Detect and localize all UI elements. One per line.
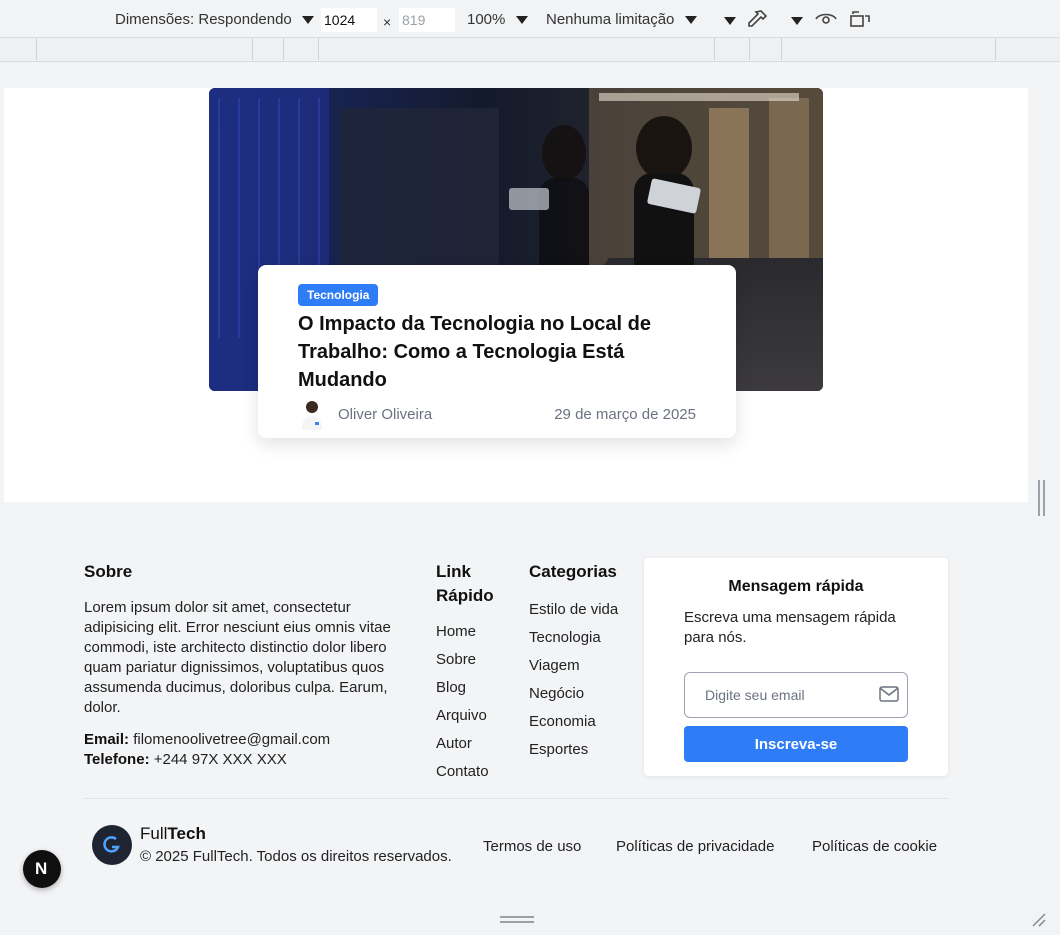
mail-icon (879, 686, 899, 702)
contact-info: Email: filomenoolivetree@gmail.com Telef… (84, 730, 414, 770)
height-input[interactable] (399, 8, 455, 32)
about-title: Sobre (84, 562, 133, 581)
category-badge[interactable]: Tecnologia (298, 284, 379, 306)
post-date: 29 de março de 2025 (554, 405, 696, 423)
resize-handle-bottom[interactable] (500, 916, 534, 924)
chevron-down-icon (301, 16, 314, 24)
category-link-sports[interactable]: Esportes (529, 740, 619, 760)
subscribe-button[interactable]: Inscreva-se (684, 726, 908, 762)
width-input[interactable] (321, 8, 377, 32)
email-field[interactable] (685, 673, 865, 717)
author-avatar (302, 401, 322, 430)
media-query-ruler (0, 38, 1060, 62)
category-link-economy[interactable]: Economia (529, 712, 619, 732)
site-footer: Sobre Lorem ipsum dolor sit amet, consec… (4, 502, 1028, 907)
email-field-wrapper (684, 672, 908, 718)
phone-label: Telefone: (84, 751, 150, 768)
fulltech-logo[interactable] (92, 825, 132, 865)
times-icon: × (383, 14, 392, 30)
footer-link-blog[interactable]: Blog (436, 678, 506, 698)
footer-link-contato[interactable]: Contato (436, 762, 506, 782)
brand-name-light: Full (140, 824, 168, 843)
eyedropper-icon[interactable] (746, 9, 768, 31)
footer-link-arquivo[interactable]: Arquivo (436, 706, 506, 726)
footer-link-home[interactable]: Home (436, 622, 506, 642)
chevron-down-icon[interactable] (791, 17, 803, 25)
phone-value[interactable]: +244 97X XXX XXX (154, 751, 287, 768)
throttling-label: Nenhuma limitação (546, 11, 675, 28)
page-viewport: Tecnologia O Impacto da Tecnologia no Lo… (4, 88, 1028, 907)
about-text: Lorem ipsum dolor sit amet, consectetur … (84, 599, 391, 716)
brand-name: FullTech (140, 824, 206, 844)
terms-link[interactable]: Termos de uso (483, 838, 581, 855)
throttling-dropdown[interactable]: Nenhuma limitação (546, 11, 697, 28)
newsletter-title: Mensagem rápida (728, 578, 864, 595)
nextjs-dev-indicator-button[interactable]: N (23, 850, 61, 888)
author-name[interactable]: Oliver Oliveira (338, 406, 432, 423)
logo-mark-icon (103, 836, 120, 853)
category-link-tech[interactable]: Tecnologia (529, 628, 619, 648)
footer-about: Sobre Lorem ipsum dolor sit amet, consec… (84, 560, 414, 770)
categories-title: Categorias (529, 562, 617, 581)
footer-link-autor[interactable]: Autor (436, 734, 506, 754)
dimensions-label: Dimensões: Respondendo (115, 11, 292, 28)
post-meta: Oliver Oliveira 29 de março de 2025 (298, 398, 696, 430)
post-title[interactable]: O Impacto da Tecnologia no Local de Trab… (298, 310, 696, 394)
category-link-business[interactable]: Negócio (529, 684, 619, 704)
zoom-label: 100% (467, 11, 506, 28)
resize-handle-right[interactable] (1038, 480, 1046, 516)
chevron-down-icon (515, 16, 528, 24)
dimensions-dropdown[interactable]: Dimensões: Respondendo (115, 11, 314, 28)
privacy-link[interactable]: Políticas de privacidade (616, 838, 774, 855)
email-label: Email: (84, 731, 130, 748)
footer-link-sobre[interactable]: Sobre (436, 650, 506, 670)
resize-corner-icon[interactable] (1031, 912, 1047, 928)
email-value[interactable]: filomenoolivetree@gmail.com (133, 731, 330, 748)
footer-quick-links: Link Rápido Home Sobre Blog Arquivo Auto… (436, 560, 506, 790)
more-options-icon[interactable] (724, 17, 736, 25)
post-card[interactable]: Tecnologia O Impacto da Tecnologia no Lo… (258, 265, 736, 438)
footer-divider (84, 798, 948, 799)
category-link-travel[interactable]: Viagem (529, 656, 619, 676)
newsletter-text: Escreva uma mensagem rápida para nós. (684, 609, 896, 646)
copyright-text: © 2025 FullTech. Todos os direitos reser… (140, 848, 452, 865)
category-link-lifestyle[interactable]: Estilo de vida (529, 600, 619, 620)
chevron-down-icon (684, 16, 697, 24)
cookie-link[interactable]: Políticas de cookie (812, 838, 937, 855)
footer-categories: Categorias Estilo de vida Tecnologia Via… (529, 560, 619, 768)
zoom-dropdown[interactable]: 100% (467, 11, 528, 28)
quick-links-title: Link Rápido (436, 562, 494, 605)
nextjs-badge-letter: N (35, 859, 48, 878)
devtools-toolbar: Dimensões: Respondendo × 100% Nenhuma li… (0, 0, 1060, 38)
newsletter-box: Mensagem rápida Escreva uma mensagem ráp… (644, 558, 948, 776)
rotate-icon[interactable] (849, 10, 871, 28)
eye-icon[interactable] (815, 11, 837, 27)
brand-name-bold: Tech (167, 824, 206, 843)
